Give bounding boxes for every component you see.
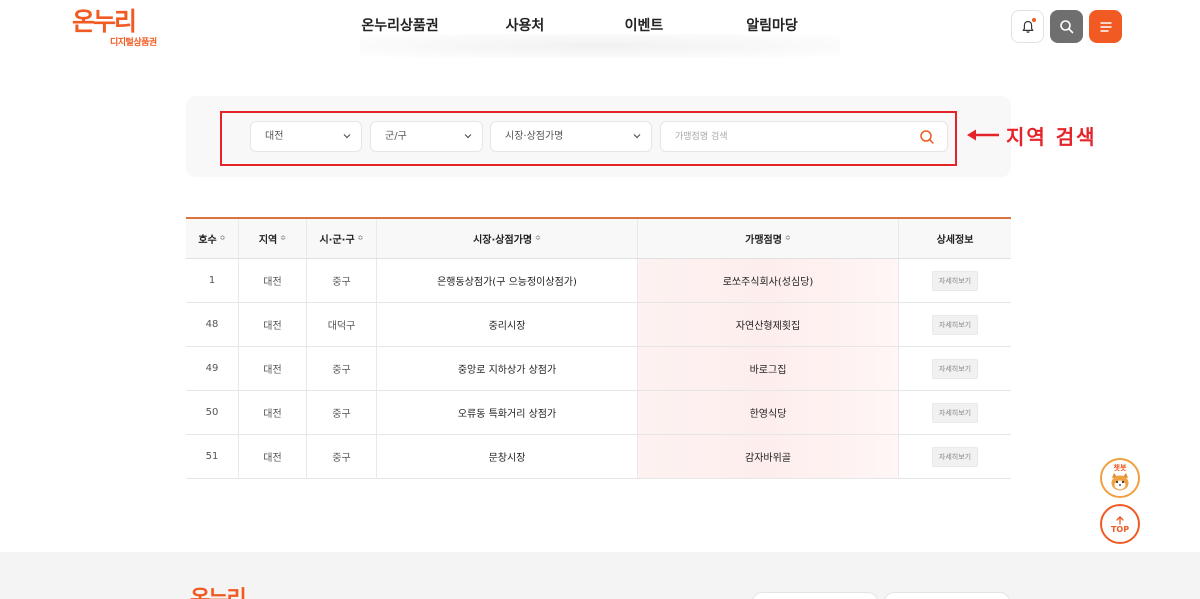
chatbot-mascot-icon [1111, 473, 1129, 491]
sort-icon: ≎ [280, 234, 287, 242]
cell-district: 중구 [307, 435, 377, 478]
cell-market: 오류동 특화거리 상점가 [377, 391, 638, 434]
column-header-district[interactable]: 시·군·구 ≎ [307, 219, 377, 258]
detail-button[interactable]: 자세히보기 [931, 314, 979, 335]
logo-sub-text: 디지털상품권 [110, 38, 157, 48]
nav-item-notices[interactable]: 알림마당 [708, 0, 836, 52]
region-search-annotation: 지역 검색 [966, 122, 1097, 149]
cell-region: 대전 [239, 435, 307, 478]
column-header-number[interactable]: 호수 ≎ [186, 219, 239, 258]
merchant-table: 호수 ≎ 지역 ≎ 시·군·구 ≎ 시장·상점가명 ≎ 가맹점명 ≎ 상세정보 1 대전 … [186, 217, 1011, 479]
cell-store: 한영식당 [638, 391, 899, 434]
cell-region: 대전 [239, 303, 307, 346]
cell-store: 바로그집 [638, 347, 899, 390]
column-header-detail: 상세정보 [936, 235, 974, 246]
site-logo[interactable]: 온누리 디지털상품권 [72, 7, 172, 49]
cell-detail: 자세히보기 [899, 435, 1011, 478]
arrow-left-icon [967, 129, 999, 141]
cell-district: 중구 [307, 259, 377, 302]
nav-item-onnuri-voucher[interactable]: 온누리상품권 [330, 0, 470, 52]
top-label: TOP [1110, 524, 1130, 534]
cell-number: 51 [186, 435, 239, 478]
detail-button[interactable]: 자세히보기 [931, 270, 979, 291]
cell-number: 1 [186, 259, 239, 302]
cell-number: 48 [186, 303, 239, 346]
main-nav: 온누리상품권 사용처 이벤트 알림마당 [330, 0, 836, 52]
cell-district: 중구 [307, 347, 377, 390]
table-row: 51 대전 중구 문창시장 감자바위골 자세히보기 [186, 435, 1011, 479]
notification-button[interactable] [1011, 10, 1044, 43]
hamburger-menu-icon [1099, 21, 1112, 32]
footer-logo: 온누리 [190, 588, 247, 599]
detail-button[interactable]: 자세히보기 [931, 402, 979, 423]
cell-market: 중앙로 지하상가 상점가 [377, 347, 638, 390]
annotation-text: 지역 검색 [1006, 124, 1097, 149]
cell-market: 중리시장 [377, 303, 638, 346]
cell-district: 대덕구 [307, 303, 377, 346]
cell-store: 자연산형제횟집 [638, 303, 899, 346]
cell-number: 49 [186, 347, 239, 390]
table-row: 49 대전 중구 중앙로 지하상가 상점가 바로그집 자세히보기 [186, 347, 1011, 391]
table-header: 호수 ≎ 지역 ≎ 시·군·구 ≎ 시장·상점가명 ≎ 가맹점명 ≎ 상세정보 [186, 219, 1011, 259]
table-row: 48 대전 대덕구 중리시장 자연산형제횟집 자세히보기 [186, 303, 1011, 347]
page: 온누리 디지털상품권 온누리상품권 사용처 이벤트 알림마당 대전 군/구 시장… [0, 0, 1200, 599]
nav-item-events[interactable]: 이벤트 [580, 0, 708, 52]
footer-link-box[interactable] [752, 592, 878, 599]
footer: 온누리 [0, 552, 1200, 599]
cell-store: 감자바위골 [638, 435, 899, 478]
cell-detail: 자세히보기 [899, 391, 1011, 434]
arrow-up-icon [1116, 515, 1124, 525]
header: 온누리 디지털상품권 온누리상품권 사용처 이벤트 알림마당 [0, 0, 1200, 58]
cell-store: 로쏘주식회사(성심당) [638, 259, 899, 302]
chatbot-button[interactable]: 챗봇 [1100, 458, 1140, 498]
cell-detail: 자세히보기 [899, 347, 1011, 390]
column-header-store[interactable]: 가맹점명 ≎ [638, 219, 899, 258]
detail-button[interactable]: 자세히보기 [931, 358, 979, 379]
menu-button[interactable] [1089, 10, 1122, 43]
cell-market: 문창시장 [377, 435, 638, 478]
search-icon [1060, 20, 1074, 34]
cell-district: 중구 [307, 391, 377, 434]
cell-detail: 자세히보기 [899, 303, 1011, 346]
sort-icon: ≎ [784, 234, 791, 242]
footer-link-box[interactable] [884, 592, 1010, 599]
notification-dot [1032, 18, 1036, 22]
sort-icon: ≎ [357, 234, 364, 242]
nav-item-merchants[interactable]: 사용처 [470, 0, 580, 52]
sort-icon: ≎ [219, 234, 226, 242]
column-header-region[interactable]: 지역 ≎ [239, 219, 307, 258]
table-row: 1 대전 중구 은행동상점가(구 으능정이상점가) 로쏘주식회사(성심당) 자세… [186, 259, 1011, 303]
cell-region: 대전 [239, 391, 307, 434]
cell-number: 50 [186, 391, 239, 434]
table-row: 50 대전 중구 오류동 특화거리 상점가 한영식당 자세히보기 [186, 391, 1011, 435]
cell-region: 대전 [239, 259, 307, 302]
region-search-highlight [220, 111, 957, 166]
cell-detail: 자세히보기 [899, 259, 1011, 302]
logo-main-text: 온누리 [72, 7, 137, 36]
cell-market: 은행동상점가(구 으능정이상점가) [377, 259, 638, 302]
scroll-top-button[interactable]: TOP [1100, 504, 1140, 544]
chatbot-label: 챗봇 [1113, 464, 1127, 472]
cell-region: 대전 [239, 347, 307, 390]
column-header-market[interactable]: 시장·상점가명 ≎ [377, 219, 638, 258]
header-search-button[interactable] [1050, 10, 1083, 43]
detail-button[interactable]: 자세히보기 [931, 446, 979, 467]
sort-icon: ≎ [535, 234, 541, 242]
